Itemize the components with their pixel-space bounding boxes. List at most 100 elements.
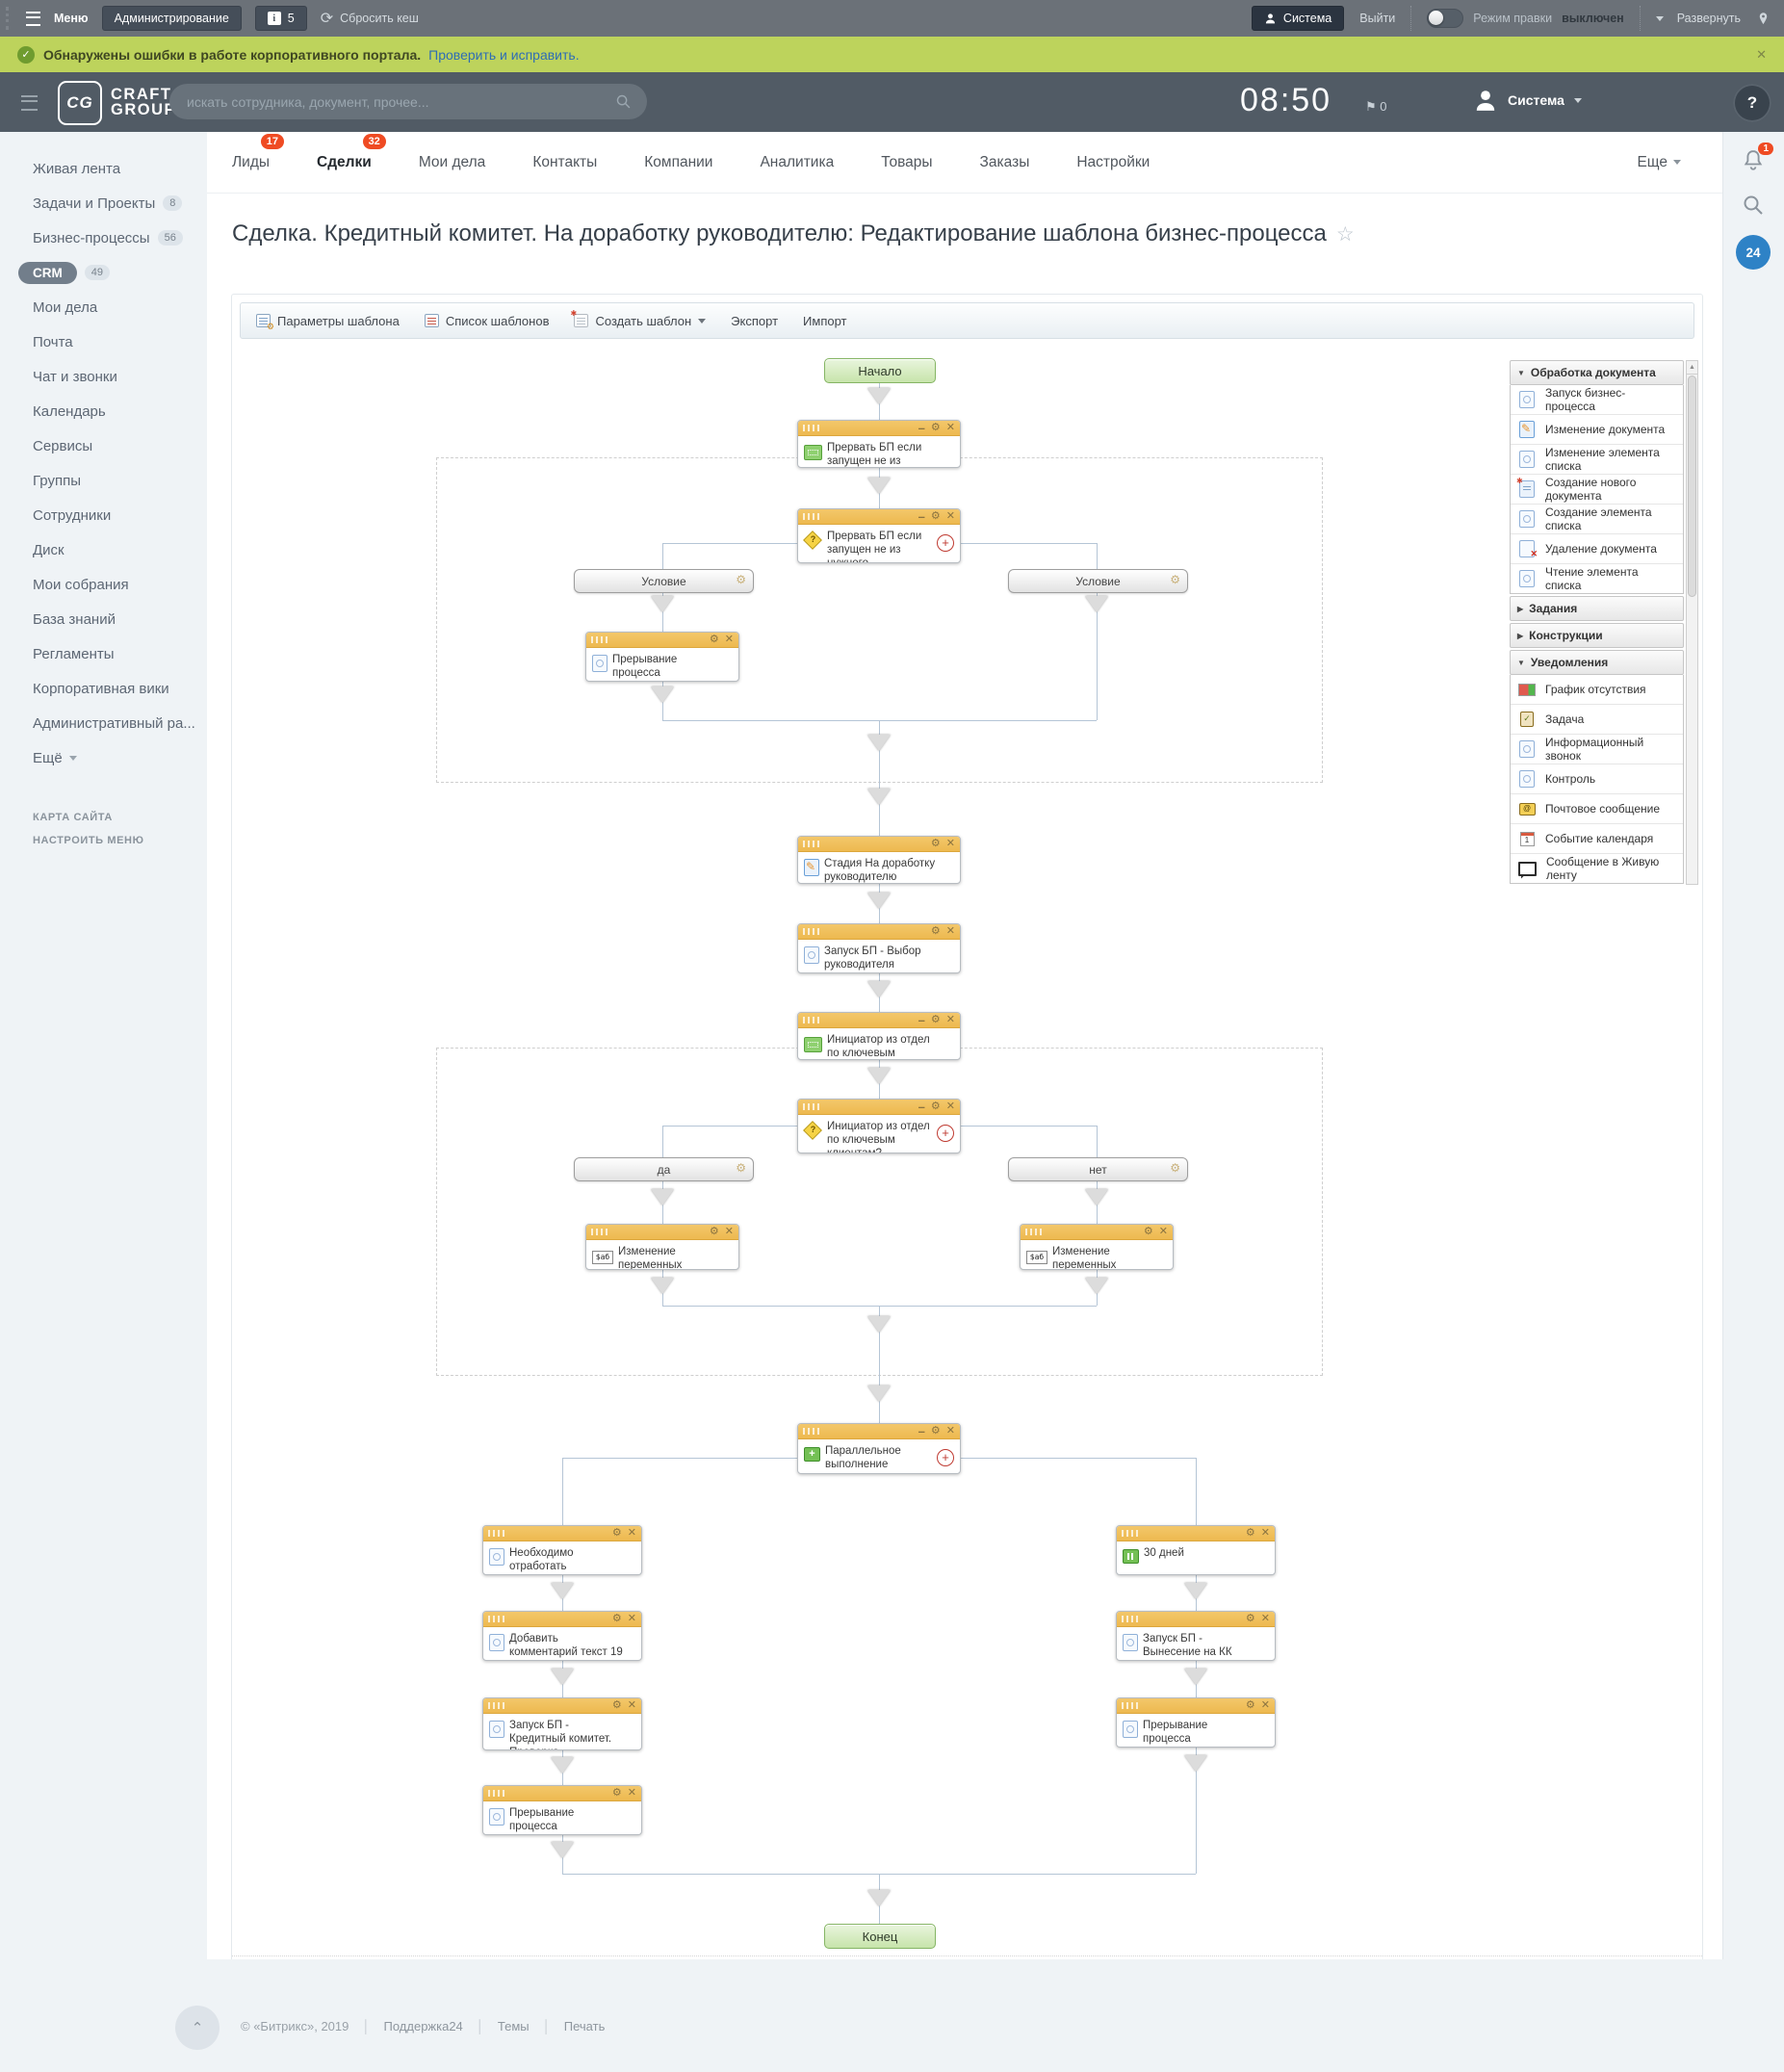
node-header[interactable]: ⚙✕: [798, 924, 960, 940]
sidebar-item-more[interactable]: Ещё: [0, 740, 207, 775]
sidebar-item-mail[interactable]: Почта: [0, 324, 207, 359]
node-header[interactable]: ⚙✕: [483, 1612, 641, 1627]
add-branch-icon[interactable]: +: [937, 1125, 954, 1142]
sidebar-item-crm-active[interactable]: CRM49: [0, 255, 207, 290]
search-input[interactable]: [185, 93, 615, 111]
search-icon[interactable]: [615, 93, 632, 110]
palette-section-tasks[interactable]: ▶Задания: [1510, 596, 1684, 621]
drag-handle-icon[interactable]: [591, 636, 608, 643]
global-search[interactable]: [169, 84, 647, 119]
collapse-icon[interactable]: –: [918, 1102, 925, 1111]
close-icon[interactable]: ✕: [1261, 1528, 1270, 1539]
condition-branch-left[interactable]: Условие⚙: [574, 569, 754, 593]
drag-handle-icon[interactable]: [1025, 1229, 1043, 1235]
favorite-star-icon[interactable]: ☆: [1336, 222, 1355, 246]
template-list-button[interactable]: Список шаблонов: [425, 314, 550, 328]
collapse-icon[interactable]: –: [918, 1016, 925, 1024]
palette-item-start-bp[interactable]: Запуск бизнес-процесса: [1511, 385, 1683, 415]
add-branch-icon[interactable]: +: [937, 534, 954, 552]
palette-item-task[interactable]: ✓Задача: [1511, 705, 1683, 735]
node-header[interactable]: ⚙✕: [798, 837, 960, 852]
bp-node-start-bp-credit-check[interactable]: ⚙✕ Запуск БП - Кредитный комитет. Провер…: [482, 1697, 642, 1750]
sidebar-item-knowledge-base[interactable]: База знаний: [0, 602, 207, 636]
settings-icon[interactable]: ⚙: [612, 1528, 622, 1539]
drag-handle-icon[interactable]: [1122, 1616, 1139, 1622]
sidebar-item-employees[interactable]: Сотрудники: [0, 498, 207, 532]
bp-node-pause-30-days[interactable]: ⚙✕ 30 дней: [1116, 1525, 1276, 1575]
tab-settings[interactable]: Настройки: [1076, 154, 1150, 171]
close-icon[interactable]: ✕: [1159, 1227, 1168, 1237]
bp-node-set-variables-left[interactable]: ⚙✕ $абИзменение переменных: [585, 1224, 739, 1270]
bp-node-add-comment[interactable]: ⚙✕ Добавить комментарий текст 19: [482, 1611, 642, 1661]
tab-analytics[interactable]: Аналитика: [760, 154, 834, 171]
sidebar-item-my-activities[interactable]: Мои дела: [0, 290, 207, 324]
node-header[interactable]: ⚙✕: [1117, 1526, 1275, 1541]
fix-errors-link[interactable]: Проверить и исправить.: [428, 47, 579, 63]
close-icon[interactable]: ✕: [725, 635, 734, 645]
settings-icon[interactable]: ⚙: [931, 423, 941, 433]
print-link[interactable]: Печать: [564, 2019, 606, 2033]
sidebar-item-business-processes[interactable]: Бизнес-процессы56: [0, 220, 207, 255]
settings-icon[interactable]: ⚙: [931, 1015, 941, 1025]
palette-item-mail-message[interactable]: @Почтовое сообщение: [1511, 794, 1683, 824]
drag-handle-icon[interactable]: [591, 1229, 608, 1235]
bp-node-terminate-if-wrong[interactable]: –⚙✕ Прервать БП если запущен не из нужно…: [797, 420, 961, 468]
node-header[interactable]: –⚙✕: [798, 509, 960, 525]
condition-branch-no[interactable]: нет⚙: [1008, 1157, 1188, 1181]
edit-mode-toggle[interactable]: [1427, 9, 1463, 28]
close-icon[interactable]: ✕: [946, 1015, 955, 1025]
company-logo[interactable]: CG CRAFTGROUP: [58, 81, 176, 125]
sidebar-item-services[interactable]: Сервисы: [0, 428, 207, 463]
palette-item-new-document[interactable]: Создание нового документа: [1511, 475, 1683, 505]
tabs-more-button[interactable]: Еще: [1637, 154, 1685, 171]
tab-orders[interactable]: Заказы: [980, 154, 1030, 171]
settings-icon[interactable]: ⚙: [931, 1426, 941, 1437]
drag-handle-icon[interactable]: [803, 1103, 820, 1110]
import-button[interactable]: Импорт: [803, 314, 846, 328]
settings-icon[interactable]: ⚙: [710, 635, 719, 645]
info-counter-button[interactable]: i 5: [255, 6, 307, 31]
close-icon[interactable]: ✕: [946, 1101, 955, 1112]
palette-section-constructions[interactable]: ▶Конструкции: [1510, 623, 1684, 648]
settings-icon[interactable]: ⚙: [1170, 1161, 1180, 1175]
node-header[interactable]: –⚙✕: [798, 421, 960, 436]
bp-node-interrupt-process-left[interactable]: ⚙✕ Прерывание процесса: [482, 1785, 642, 1835]
scroll-up-icon[interactable]: ▲: [1687, 361, 1697, 375]
close-icon[interactable]: ✕: [628, 1614, 636, 1624]
drag-handle-icon[interactable]: [803, 425, 820, 431]
administration-button[interactable]: Администрирование: [102, 6, 242, 31]
sidebar-burger-icon[interactable]: [21, 95, 38, 111]
palette-section-notifications[interactable]: ▼Уведомления: [1510, 650, 1684, 675]
close-icon[interactable]: ✕: [946, 1426, 955, 1437]
sidebar-item-drive[interactable]: Диск: [0, 532, 207, 567]
bp-node-interrupt-process[interactable]: ⚙✕ Прерывание процесса: [585, 632, 739, 682]
palette-item-edit-list-element[interactable]: Изменение элемента списка: [1511, 445, 1683, 475]
bp-node-set-variables-right[interactable]: ⚙✕ $абИзменение переменных: [1020, 1224, 1174, 1270]
settings-icon[interactable]: ⚙: [736, 573, 746, 586]
tab-contacts[interactable]: Контакты: [532, 154, 597, 171]
settings-icon[interactable]: ⚙: [1170, 573, 1180, 586]
configure-menu-link[interactable]: НАСТРОИТЬ МЕНЮ: [0, 829, 207, 852]
palette-item-control[interactable]: Контроль: [1511, 764, 1683, 794]
reset-cache-button[interactable]: ⟳ Сбросить кеш: [321, 9, 419, 28]
drag-handle-icon[interactable]: [1122, 1702, 1139, 1709]
palette-item-read-list-element[interactable]: Чтение элемента списка: [1511, 564, 1683, 593]
settings-icon[interactable]: ⚙: [1144, 1227, 1153, 1237]
node-header[interactable]: ⚙✕: [483, 1526, 641, 1541]
condition-branch-yes[interactable]: да⚙: [574, 1157, 754, 1181]
tab-products[interactable]: Товары: [881, 154, 932, 171]
export-button[interactable]: Экспорт: [731, 314, 778, 328]
rail-search-button[interactable]: [1742, 194, 1765, 217]
bp-node-rework-remarks[interactable]: ⚙✕ Необходимо отработать замечания служб: [482, 1525, 642, 1575]
palette-section-document-processing[interactable]: ▼Обработка документа: [1510, 360, 1684, 385]
sidebar-item-meetings[interactable]: Мои собрания: [0, 567, 207, 602]
pin-icon[interactable]: [1756, 12, 1771, 26]
settings-icon[interactable]: ⚙: [1246, 1700, 1255, 1711]
sidebar-item-admin[interactable]: Административный ра...: [0, 706, 207, 740]
settings-icon[interactable]: ⚙: [612, 1614, 622, 1624]
bp-node-start-bp-submit-kk[interactable]: ⚙✕ Запуск БП - Вынесение на КК: [1116, 1611, 1276, 1661]
create-template-button[interactable]: Создать шаблон: [574, 314, 706, 328]
close-icon[interactable]: ✕: [946, 839, 955, 849]
node-header[interactable]: –⚙✕: [798, 1100, 960, 1115]
tab-companies[interactable]: Компании: [644, 154, 712, 171]
